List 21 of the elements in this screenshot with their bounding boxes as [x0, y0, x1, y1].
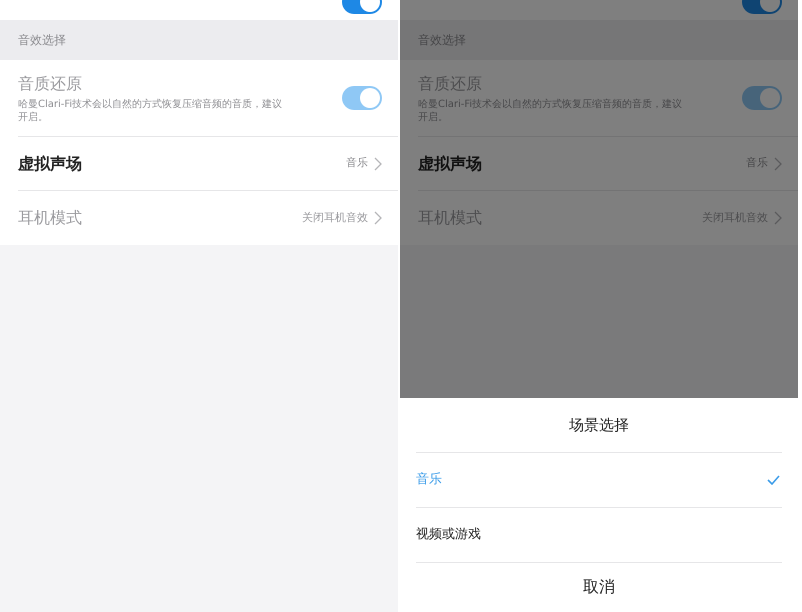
- chevron-right-icon: [774, 156, 782, 170]
- chevron-right-icon: [374, 211, 382, 225]
- setting-value: 关闭耳机音效: [302, 210, 368, 226]
- setting-description: 哈曼Clari-Fi技术会以自然的方式恢复压缩音频的音质，建议开启。: [418, 98, 684, 124]
- cancel-button[interactable]: 取消: [575, 575, 623, 599]
- sheet-title: 场景选择: [569, 414, 629, 436]
- setting-title: 音质还原: [18, 73, 83, 95]
- setting-row[interactable]: 虚拟声场 音乐: [18, 137, 398, 191]
- scene-option[interactable]: 视频或游戏: [416, 508, 782, 563]
- setting-row[interactable]: 虚拟声场 音乐: [418, 137, 798, 191]
- setting-title: 耳机模式: [18, 207, 83, 229]
- setting-title: 虚拟声场: [418, 152, 483, 174]
- checkmark-icon: [767, 475, 780, 485]
- chevron-right-icon: [374, 156, 382, 170]
- scene-option[interactable]: 音乐: [416, 453, 782, 508]
- setting-title: 虚拟声场: [18, 152, 83, 174]
- setting-value: 音乐: [346, 155, 368, 172]
- section-header: 音效选择: [18, 32, 66, 49]
- chevron-right-icon: [774, 211, 782, 225]
- setting-value: 音乐: [746, 155, 768, 172]
- setting-description: 哈曼Clari-Fi技术会以自然的方式恢复压缩音频的音质，建议开启。: [18, 98, 284, 124]
